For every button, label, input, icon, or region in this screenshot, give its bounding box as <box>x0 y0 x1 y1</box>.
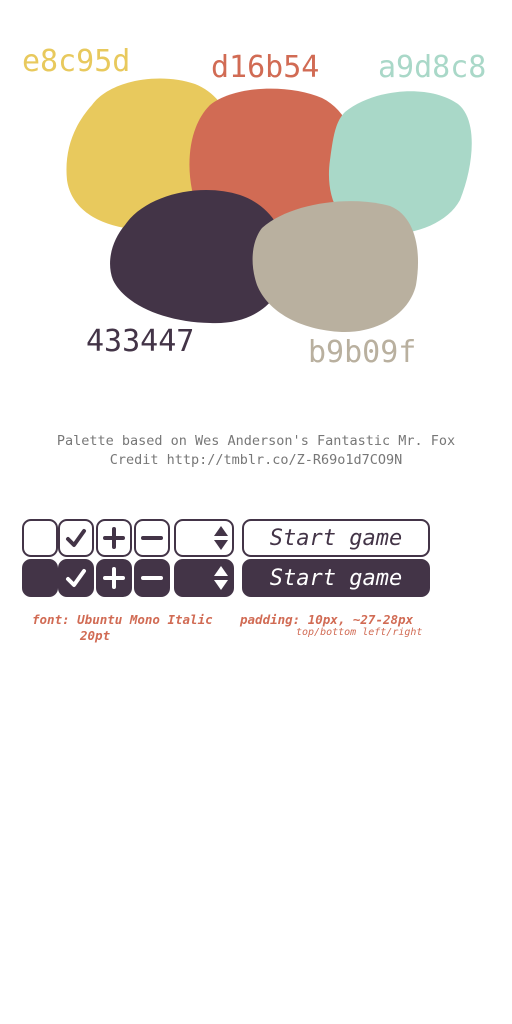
start-game-label: Start game <box>269 565 403 591</box>
check-button-dark[interactable] <box>58 559 94 597</box>
spinner-arrows-icon <box>214 526 228 550</box>
spinner-arrows-icon <box>214 566 228 590</box>
taupe-hex-label: b9b09f <box>308 335 417 370</box>
yellow-hex-label: e8c95d <box>22 44 131 79</box>
select-spinner-dark[interactable] <box>174 559 234 597</box>
plus-icon <box>103 527 125 549</box>
credit-line-2: Credit http://tmblr.co/Z-R69o1d7CO9N <box>109 452 403 468</box>
minus-icon <box>141 576 163 580</box>
font-note-line-2: 20pt <box>80 628 111 643</box>
padding-note-line-1: padding: 10px, ~27-28px <box>240 612 414 627</box>
plus-icon <box>103 567 125 589</box>
teal-hex-label: a9d8c8 <box>378 50 487 85</box>
start-game-button-dark[interactable]: Start game <box>242 559 430 597</box>
check-button[interactable] <box>58 519 94 557</box>
blank-button-dark[interactable] <box>22 559 58 597</box>
padding-note-line-2: top/bottom left/right <box>296 627 423 638</box>
font-note-line-1: font: Ubuntu Mono Italic <box>32 612 213 627</box>
credit-line-1: Palette based on Wes Anderson's Fantasti… <box>56 433 456 449</box>
minus-button-dark[interactable] <box>134 559 170 597</box>
minus-button[interactable] <box>134 519 170 557</box>
check-icon <box>66 529 86 547</box>
plum-hex-label: 433447 <box>86 324 195 359</box>
start-game-label: Start game <box>269 525 403 551</box>
select-spinner[interactable] <box>174 519 234 557</box>
start-game-button[interactable]: Start game <box>242 519 430 557</box>
minus-icon <box>141 536 163 540</box>
plus-button-dark[interactable] <box>96 559 132 597</box>
taupe-swatch <box>252 201 419 333</box>
red-hex-label: d16b54 <box>211 50 320 85</box>
plus-button[interactable] <box>96 519 132 557</box>
check-icon <box>66 569 86 587</box>
blank-button[interactable] <box>22 519 58 557</box>
